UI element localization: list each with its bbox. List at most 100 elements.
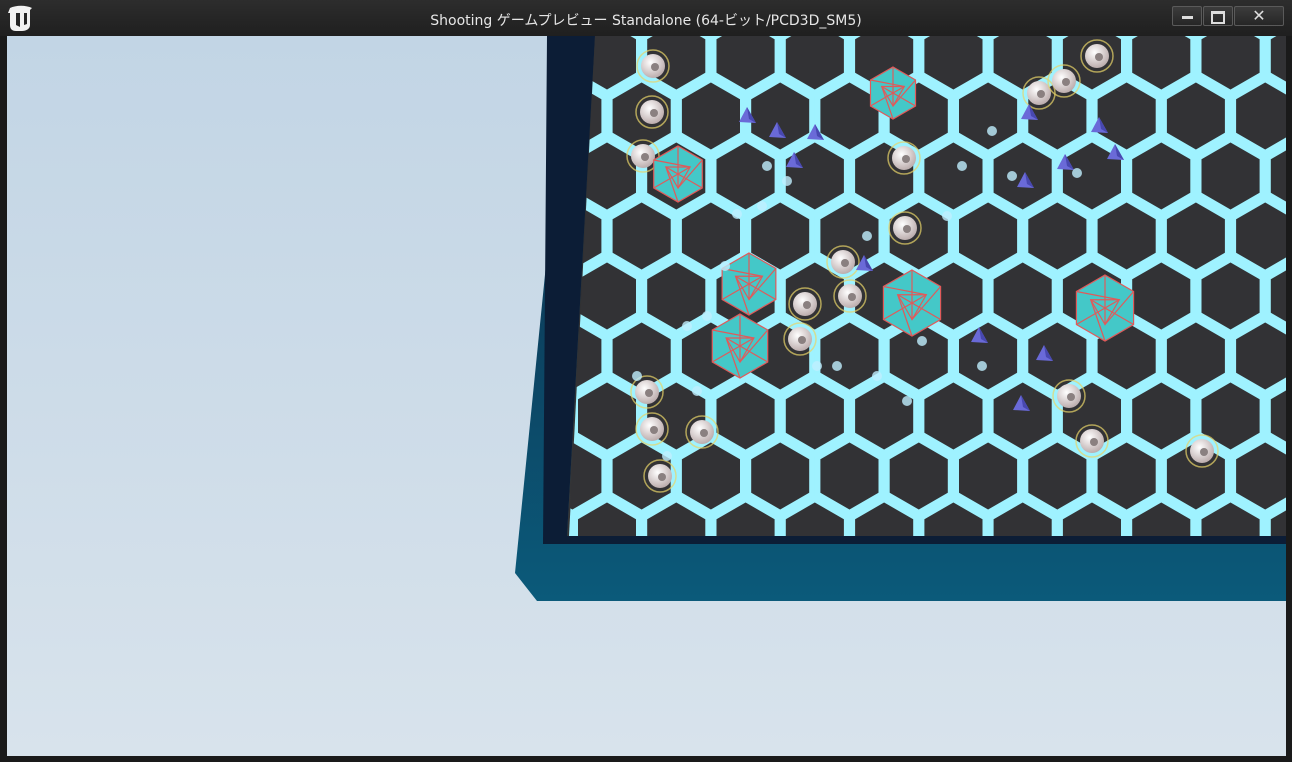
coin	[1185, 434, 1219, 468]
hex-tile	[572, 375, 642, 457]
hex-tile	[644, 619, 708, 693]
game-scene[interactable]	[7, 36, 1286, 756]
coin	[635, 95, 669, 129]
hex-tile	[606, 195, 677, 277]
hex-tile	[953, 75, 1024, 157]
sparkle	[872, 371, 882, 381]
close-icon: ✕	[1252, 6, 1266, 25]
hex-tile	[572, 255, 642, 337]
sparkle	[762, 161, 772, 171]
coin	[643, 459, 677, 493]
coin	[1052, 379, 1086, 413]
hex-tile	[1060, 619, 1124, 693]
hex-tile	[679, 679, 743, 753]
hex-tile	[987, 255, 1058, 337]
sparkle	[902, 396, 912, 406]
hex-tile	[1160, 195, 1231, 277]
sparkle	[977, 361, 987, 371]
hex-tile	[1022, 315, 1093, 397]
hex-tile	[987, 135, 1058, 217]
game-viewport[interactable]	[7, 36, 1286, 756]
hex-tile	[779, 135, 850, 217]
coin	[888, 211, 922, 245]
hex-tile	[956, 679, 1020, 753]
hex-tile	[987, 375, 1058, 457]
coin	[635, 412, 669, 446]
title-bar[interactable]: Shooting ゲームプレビュー Standalone (64-ビット/PCD…	[0, 0, 1292, 36]
hex-tile	[1164, 679, 1228, 753]
hex-tile	[675, 435, 746, 517]
coin	[833, 279, 867, 313]
hex-tile	[883, 435, 954, 517]
sparkle	[782, 176, 792, 186]
sparkle	[720, 261, 730, 271]
coin	[826, 245, 860, 279]
hex-tile	[1091, 435, 1162, 517]
hex-tile	[1091, 75, 1162, 157]
coin	[1075, 424, 1109, 458]
hex-tile	[1233, 679, 1286, 753]
close-button[interactable]: ✕	[1234, 6, 1284, 26]
sparkle	[1007, 171, 1017, 181]
maximize-icon	[1211, 11, 1225, 24]
hex-tile	[1025, 679, 1089, 753]
hex-tile	[783, 619, 847, 693]
hex-tile	[748, 679, 812, 753]
hex-tile	[745, 435, 816, 517]
hex-tile	[540, 679, 604, 753]
hex-tile	[953, 435, 1024, 517]
sparkle	[732, 209, 742, 219]
hex-tile	[1268, 619, 1286, 693]
hex-tile	[1022, 435, 1093, 517]
coin	[685, 415, 719, 449]
hex-tile	[1126, 255, 1197, 337]
hex-tile	[1126, 375, 1197, 457]
hex-tile	[1095, 679, 1159, 753]
sparkle	[692, 386, 702, 396]
hex-tile	[1160, 315, 1231, 397]
sparkle	[632, 371, 642, 381]
hex-tile	[1022, 195, 1093, 277]
hex-tile	[1129, 619, 1193, 693]
hex-tile	[817, 679, 881, 753]
window-title: Shooting ゲームプレビュー Standalone (64-ビット/PCD…	[430, 13, 862, 29]
hex-tile	[714, 619, 778, 693]
coin	[1047, 64, 1081, 98]
hex-tile	[745, 75, 816, 157]
hex-tile	[575, 619, 639, 693]
hex-tile	[1199, 619, 1263, 693]
sparkle	[832, 361, 842, 371]
coin	[636, 49, 670, 83]
hex-tile	[852, 619, 916, 693]
hex-tile	[710, 375, 781, 457]
hex-tile	[953, 195, 1024, 277]
game-window: Shooting ゲームプレビュー Standalone (64-ビット/PCD…	[0, 0, 1292, 762]
hex-tile	[1195, 135, 1266, 217]
hex-tile	[953, 315, 1024, 397]
hex-tile	[921, 619, 985, 693]
coin	[1022, 76, 1056, 110]
sparkle	[757, 201, 767, 211]
hex-tile	[887, 679, 951, 753]
sparkle	[812, 361, 822, 371]
hex-tile	[641, 255, 712, 337]
hex-tile	[849, 375, 920, 457]
minimize-button[interactable]	[1172, 6, 1202, 26]
maximize-button[interactable]	[1203, 6, 1233, 26]
sparkle	[662, 451, 672, 461]
hex-tile	[991, 619, 1055, 693]
hex-tile	[1195, 255, 1266, 337]
coin	[887, 141, 921, 175]
coin	[1080, 39, 1114, 73]
coin	[783, 322, 817, 356]
hex-tile	[1091, 195, 1162, 277]
hex-tile	[710, 135, 781, 217]
sparkle	[1072, 168, 1082, 178]
sparkle	[917, 336, 927, 346]
minimize-icon	[1181, 16, 1193, 19]
hex-tile	[918, 375, 989, 457]
hex-tile	[675, 75, 746, 157]
sparkle	[987, 126, 997, 136]
hex-tile	[506, 619, 570, 693]
hex-tile	[814, 315, 885, 397]
